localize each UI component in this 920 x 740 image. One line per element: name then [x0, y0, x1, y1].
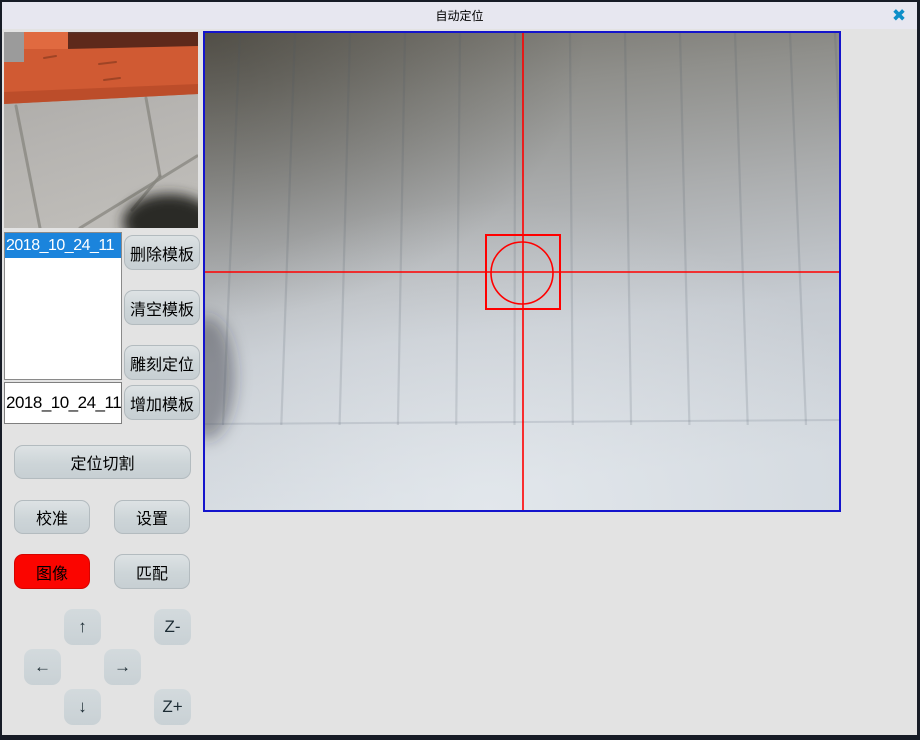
titlebar: 自动定位	[2, 2, 917, 29]
jog-right-button[interactable]: →	[104, 649, 141, 685]
match-button[interactable]: 匹配	[114, 554, 190, 589]
engrave-position-button[interactable]: 雕刻定位	[124, 345, 200, 380]
jog-left-button[interactable]: ←	[24, 649, 61, 685]
jog-z-plus-button[interactable]: Z+	[154, 689, 191, 725]
template-list-item[interactable]: 2018_10_24_11	[5, 233, 121, 258]
clear-templates-button[interactable]: 清空模板	[124, 290, 200, 325]
camera-feed	[205, 33, 839, 510]
template-list[interactable]: 2018_10_24_11	[4, 232, 122, 380]
template-name-field[interactable]	[4, 382, 122, 424]
add-template-button[interactable]: 增加模板	[124, 385, 200, 420]
window-title: 自动定位	[435, 7, 483, 24]
delete-template-button[interactable]: 删除模板	[124, 235, 200, 270]
close-icon[interactable]: ✖	[887, 4, 911, 27]
jog-down-button[interactable]: ↓	[64, 689, 101, 725]
jog-z-minus-button[interactable]: Z-	[154, 609, 191, 645]
jog-up-button[interactable]: ↑	[64, 609, 101, 645]
position-cut-button[interactable]: 定位切割	[14, 445, 191, 479]
template-preview-image	[4, 32, 198, 228]
camera-view[interactable]	[203, 31, 841, 512]
calibrate-button[interactable]: 校准	[14, 500, 90, 534]
auto-position-window: 自动定位 ✖	[0, 0, 920, 740]
image-button-active[interactable]: 图像	[14, 554, 90, 589]
template-preview-art	[4, 32, 198, 228]
settings-button[interactable]: 设置	[114, 500, 190, 534]
